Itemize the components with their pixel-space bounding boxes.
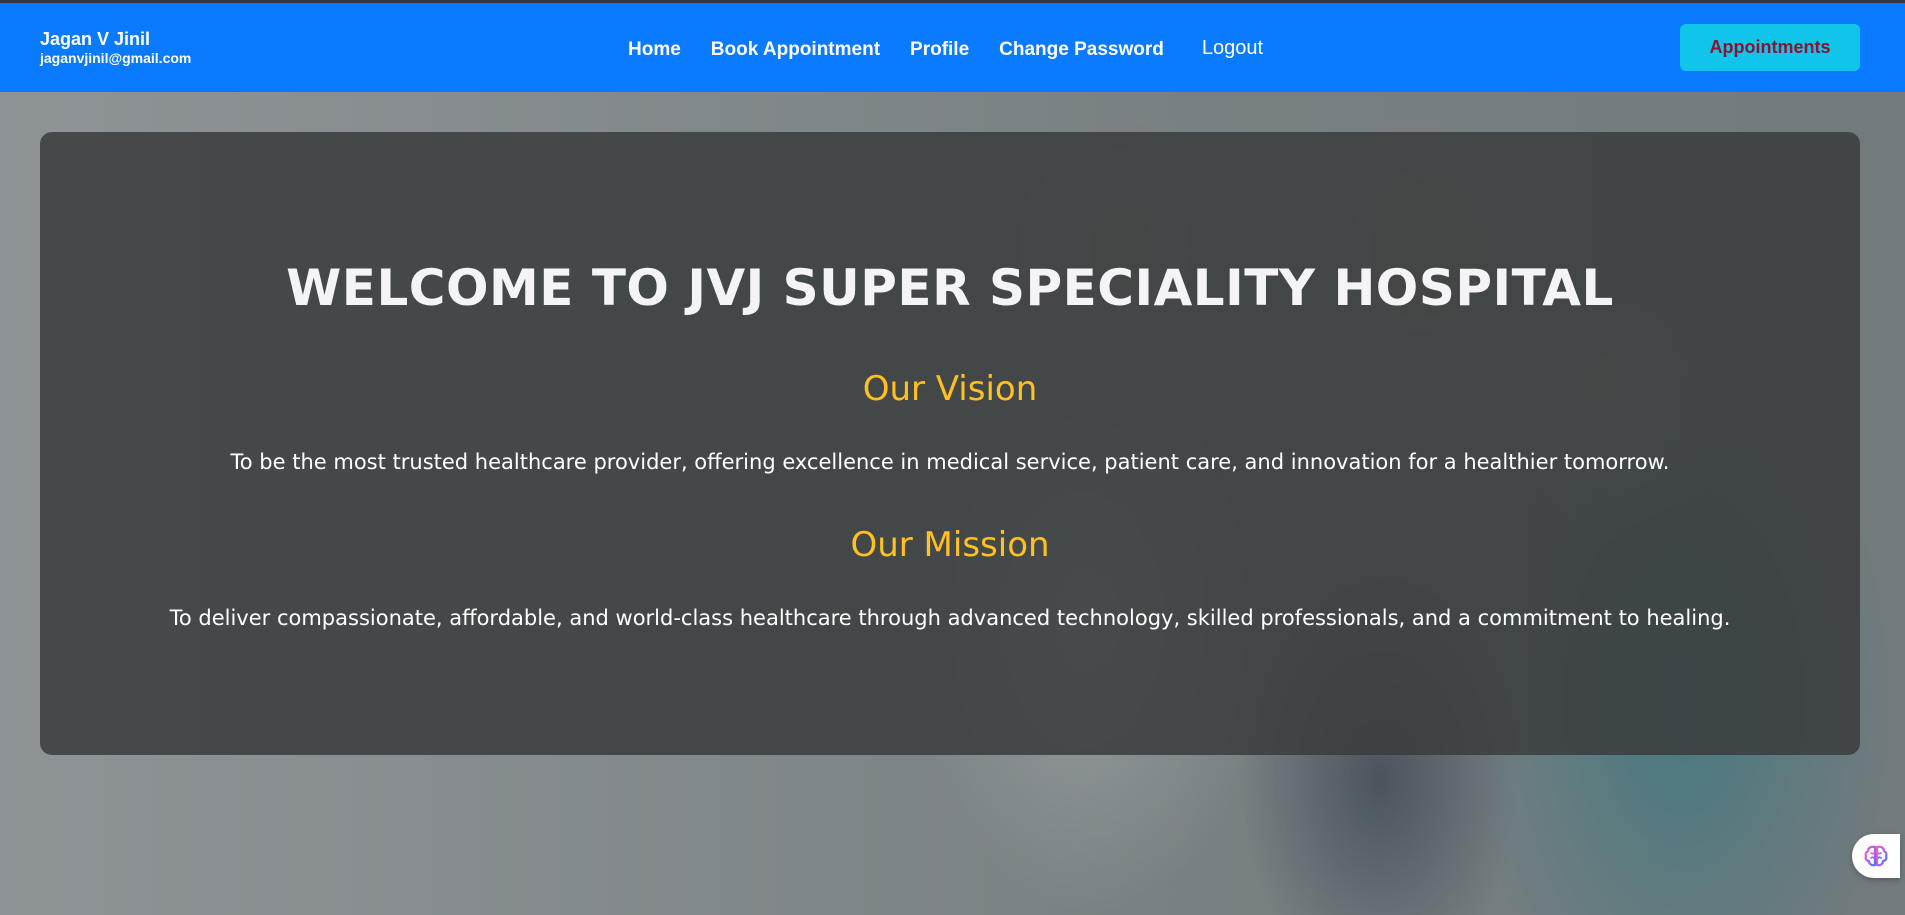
user-name: Jagan V Jinil [40,29,151,49]
nav-link-home[interactable]: Home [628,39,681,61]
brain-icon [1864,845,1888,867]
navbar: Jagan V Jinil jaganvjinil@gmail.com Home… [0,3,1905,92]
mission-text: To deliver compassionate, affordable, an… [169,606,1731,630]
assistant-launcher-button[interactable] [1852,834,1900,878]
user-info: Jagan V Jinil jaganvjinil@gmail.com [40,29,191,67]
vision-text: To be the most trusted healthcare provid… [230,450,1670,474]
page: Jagan V Jinil jaganvjinil@gmail.com Home… [0,0,1905,915]
user-email: jaganvjinil@gmail.com [40,50,192,66]
mission-heading: Our Mission [850,525,1050,565]
hero-title: WELCOME TO JVJ SUPER SPECIALITY HOSPITAL [286,259,1614,317]
nav-links: Home Book Appointment Profile Change Pas… [628,37,1293,61]
nav-link-profile[interactable]: Profile [910,39,969,61]
vision-heading: Our Vision [862,369,1038,409]
appointments-button[interactable]: Appointments [1680,24,1860,71]
nav-link-logout[interactable]: Logout [1202,37,1263,60]
nav-link-book-appointment[interactable]: Book Appointment [711,39,880,61]
hero-card: WELCOME TO JVJ SUPER SPECIALITY HOSPITAL… [40,132,1860,755]
nav-link-change-password[interactable]: Change Password [999,39,1164,61]
